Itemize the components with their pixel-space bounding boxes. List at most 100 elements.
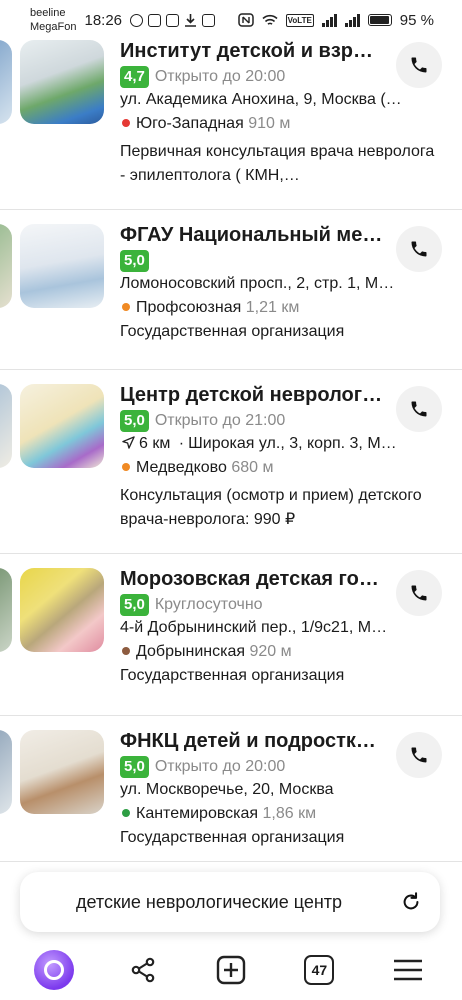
metro-distance: 910 м — [248, 115, 291, 132]
result-card[interactable]: Институт детской и взр… 4,7 Открыто до 2… — [0, 34, 462, 210]
carrier-1: beeline — [30, 7, 66, 19]
metro-distance: 1,21 км — [245, 299, 300, 316]
metro-line-icon — [122, 647, 130, 656]
share-icon — [131, 957, 154, 983]
carrier-names: beeline MegaFon — [30, 6, 76, 34]
bottom-navigation: 47 — [0, 940, 462, 1000]
metro-distance: 1,86 км — [262, 805, 317, 822]
opening-hours: Открыто до 20:00 — [154, 758, 286, 775]
description: Государственная организация — [120, 667, 345, 684]
address: ул. Академика Анохина, 9, Москва (… — [120, 91, 402, 108]
result-card[interactable]: ФНКЦ детей и подростк… 5,0 Открыто до 20… — [0, 716, 462, 862]
volte-badge: VoLTE — [285, 13, 314, 27]
route-distance: 6 км — [139, 435, 171, 452]
download-icon — [185, 14, 197, 27]
clinic-photo[interactable] — [20, 384, 104, 468]
previous-photo-thumbnail[interactable] — [0, 730, 12, 814]
results-list: Институт детской и взр… 4,7 Открыто до 2… — [0, 34, 462, 862]
previous-photo-thumbnail[interactable] — [0, 384, 12, 468]
clinic-photo[interactable] — [20, 730, 104, 814]
result-card[interactable]: ФГАУ Национальный ме… 5,0 Ломоносовский … — [0, 210, 462, 370]
metro-station: Юго-Западная — [136, 115, 244, 132]
search-bar[interactable]: детские неврологические центр — [20, 872, 440, 932]
rating-badge: 5,0 — [120, 250, 149, 272]
refresh-icon — [403, 892, 419, 910]
battery-icon — [367, 14, 392, 26]
call-button[interactable] — [396, 42, 442, 88]
address-row: 6 км · Широкая ул., 3, корп. 3, М… — [120, 432, 442, 456]
tabs-button[interactable]: 47 — [294, 945, 344, 995]
result-title[interactable]: Институт детской и взр… — [120, 38, 390, 64]
rating-badge: 5,0 — [120, 410, 149, 432]
call-button[interactable] — [396, 732, 442, 778]
address: Широкая ул., 3, корп. 3, М… — [188, 435, 397, 452]
share-button[interactable] — [118, 945, 168, 995]
app-notification-icon — [148, 13, 162, 27]
phone-icon — [411, 57, 427, 73]
separator-dot: · — [178, 435, 185, 452]
metro-line-icon — [122, 119, 130, 128]
metro-info: Медведково 680 м — [120, 456, 442, 480]
clinic-photo[interactable] — [20, 568, 104, 652]
rating-badge: 4,7 — [120, 66, 149, 88]
metro-line-icon — [122, 463, 130, 472]
description: Консультация (осмотр и прием) детского в… — [120, 487, 422, 528]
menu-button[interactable] — [383, 945, 433, 995]
metro-info: Профсоюзная 1,21 км — [120, 296, 442, 320]
result-card[interactable]: Центр детской невролог… 5,0 Открыто до 2… — [0, 370, 462, 554]
description: Первичная консультация врача невролога -… — [120, 143, 435, 184]
metro-station: Кантемировская — [136, 805, 259, 822]
refresh-button[interactable] — [398, 889, 424, 915]
call-button[interactable] — [396, 386, 442, 432]
phone-icon — [411, 585, 427, 601]
phone-icon — [411, 241, 427, 257]
search-query[interactable]: детские неврологические центр — [76, 892, 398, 913]
plus-square-icon — [216, 955, 246, 985]
address: Ломоносовский просп., 2, стр. 1, М… — [120, 275, 395, 292]
metro-info: Юго-Западная 910 м — [120, 112, 442, 136]
clinic-photo[interactable] — [20, 40, 104, 124]
call-button[interactable] — [396, 226, 442, 272]
phone-icon — [411, 401, 427, 417]
navigation-arrow-icon — [122, 436, 135, 449]
result-title[interactable]: Центр детской невролог… — [120, 382, 390, 408]
address: ул. Москворечье, 20, Москва — [120, 781, 334, 798]
signal-icon — [321, 13, 337, 27]
metro-station: Добрынинская — [136, 643, 245, 660]
metro-info: Кантемировская 1,86 км — [120, 802, 442, 826]
description: Государственная организация — [120, 829, 345, 846]
tabs-count-badge: 47 — [304, 955, 335, 985]
rating-badge: 5,0 — [120, 756, 149, 778]
address: 4-й Добрынинский пер., 1/9с21, М… — [120, 619, 388, 636]
metro-info: Добрынинская 920 м — [120, 640, 442, 664]
app-notification-icon-3 — [202, 13, 216, 27]
nfc-icon — [237, 13, 254, 27]
metro-station: Профсоюзная — [136, 299, 242, 316]
opening-hours: Круглосуточно — [154, 596, 263, 613]
metro-line-icon — [122, 809, 130, 818]
wifi-icon — [262, 14, 278, 25]
opening-hours: Открыто до 20:00 — [154, 68, 286, 85]
clock: 18:26 — [84, 11, 123, 29]
result-title[interactable]: Морозовская детская го… — [120, 566, 390, 592]
metro-distance: 920 м — [249, 643, 292, 660]
phone-icon — [411, 747, 427, 763]
carrier-2: MegaFon — [30, 21, 77, 33]
opening-hours: Открыто до 21:00 — [154, 412, 286, 429]
metro-station: Медведково — [136, 459, 227, 476]
previous-photo-thumbnail[interactable] — [0, 224, 12, 308]
previous-photo-thumbnail[interactable] — [0, 568, 12, 652]
new-tab-button[interactable] — [206, 945, 256, 995]
app-notification-icon-2 — [166, 13, 180, 27]
clinic-photo[interactable] — [20, 224, 104, 308]
previous-photo-thumbnail[interactable] — [0, 40, 12, 124]
metro-distance: 680 м — [231, 459, 274, 476]
result-card[interactable]: Морозовская детская го… 5,0 Круглосуточн… — [0, 554, 462, 716]
result-title[interactable]: ФГАУ Национальный ме… — [120, 222, 390, 248]
call-button[interactable] — [396, 570, 442, 616]
rating-badge: 5,0 — [120, 594, 149, 616]
alice-icon — [34, 950, 75, 990]
result-title[interactable]: ФНКЦ детей и подростк… — [120, 728, 390, 754]
alice-assistant-button[interactable] — [29, 945, 79, 995]
battery-percent: 95 % — [399, 11, 434, 29]
